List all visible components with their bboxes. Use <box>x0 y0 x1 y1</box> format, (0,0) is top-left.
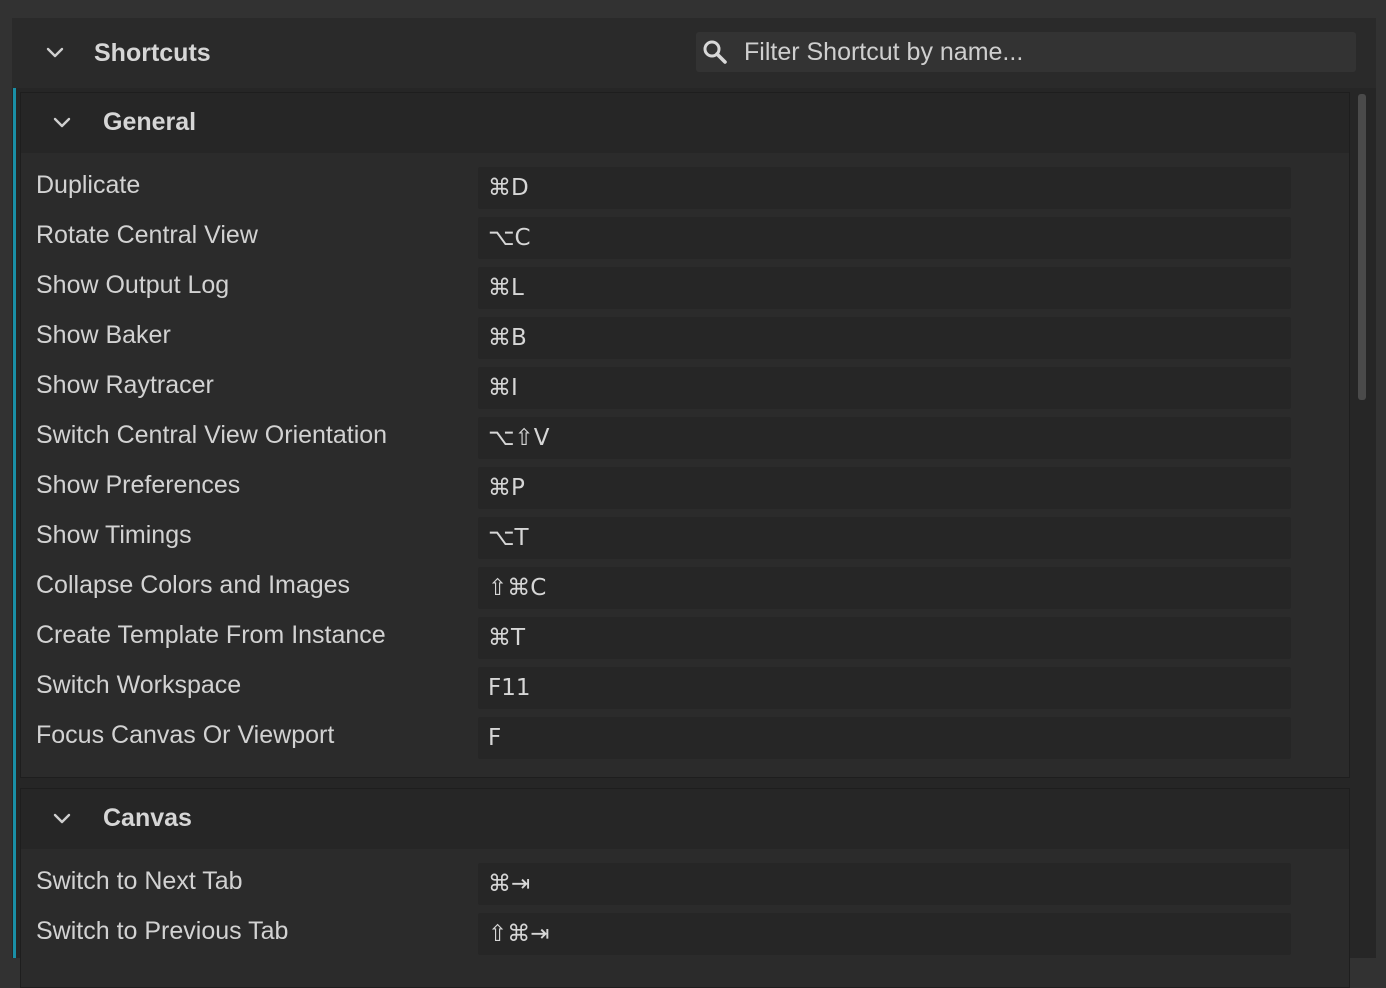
shortcut-name: Show Output Log <box>36 271 230 299</box>
shortcut-key: ⌥T <box>488 525 529 551</box>
shortcut-key-field[interactable]: ⌥C <box>478 217 1291 259</box>
shortcut-name: Show Raytracer <box>36 371 214 399</box>
shortcut-name: Switch Central View Orientation <box>36 421 388 449</box>
shortcut-key-field[interactable]: ⇧⌘C <box>478 567 1291 609</box>
shortcut-key: ⌘B <box>488 325 527 351</box>
shortcut-name: Rotate Central View <box>36 221 258 249</box>
shortcuts-panel-header[interactable]: Shortcuts <box>12 18 1376 88</box>
shortcut-key: ⌘I <box>488 375 518 401</box>
shortcut-key: F <box>488 725 502 751</box>
scrollbar-thumb[interactable] <box>1358 94 1366 400</box>
shortcut-name: Show Baker <box>36 321 171 349</box>
focus-accent-bar <box>13 88 16 958</box>
section-title: General <box>103 108 197 136</box>
shortcut-row: Rotate Central View ⌥C <box>21 213 1349 263</box>
chevron-down-icon[interactable] <box>44 42 66 64</box>
shortcut-key-field[interactable]: ⌘B <box>478 317 1291 359</box>
shortcut-key-field[interactable]: F <box>478 717 1291 759</box>
shortcut-key: F11 <box>488 675 531 701</box>
shortcut-name: Show Preferences <box>36 471 241 499</box>
shortcut-row: Show Raytracer ⌘I <box>21 363 1349 413</box>
shortcut-key-field[interactable]: ⌥T <box>478 517 1291 559</box>
shortcut-key-field[interactable]: ⌘⇥ <box>478 863 1291 905</box>
shortcut-key: ⌘L <box>488 275 524 301</box>
shortcut-key: ⇧⌘⇥ <box>488 921 550 947</box>
section-general: General Duplicate ⌘D Rotate Central View ⌥C… <box>20 92 1350 778</box>
shortcut-name: Show Timings <box>36 521 192 549</box>
section-canvas: Canvas Switch to Next Tab ⌘⇥ Switch to Pre… <box>20 788 1350 988</box>
shortcut-row: Show Timings ⌥T <box>21 513 1349 563</box>
shortcut-key-field[interactable]: ⌘P <box>478 467 1291 509</box>
shortcut-row: Switch Central View Orientation ⌥⇧V <box>21 413 1349 463</box>
shortcut-key: ⌥C <box>488 225 531 251</box>
shortcut-row: Duplicate ⌘D <box>21 163 1349 213</box>
shortcut-key-field[interactable]: ⌘L <box>478 267 1291 309</box>
panel-title: Shortcuts <box>94 39 211 67</box>
search-input[interactable] <box>744 32 1344 72</box>
shortcut-row: Switch to Next Tab ⌘⇥ <box>21 859 1349 909</box>
shortcut-name: Create Template From Instance <box>36 621 386 649</box>
shortcut-key-field[interactable]: ⇧⌘⇥ <box>478 913 1291 955</box>
search-icon <box>702 39 728 65</box>
shortcut-row: Create Template From Instance ⌘T <box>21 613 1349 663</box>
shortcut-row: Focus Canvas Or Viewport F <box>21 713 1349 763</box>
shortcut-row: Show Preferences ⌘P <box>21 463 1349 513</box>
shortcut-key: ⌘P <box>488 475 525 501</box>
shortcut-key-field[interactable]: ⌥⇧V <box>478 417 1291 459</box>
shortcuts-panel: Shortcuts General Duplicate ⌘D Rotate Cent… <box>12 18 1376 988</box>
shortcut-row: Switch Workspace F11 <box>21 663 1349 713</box>
shortcut-name: Switch Workspace <box>36 671 242 699</box>
shortcut-row: Show Baker ⌘B <box>21 313 1349 363</box>
shortcut-name: Focus Canvas Or Viewport <box>36 721 335 749</box>
chevron-down-icon[interactable] <box>51 112 73 134</box>
shortcut-name: Switch to Next Tab <box>36 867 243 895</box>
chevron-down-icon[interactable] <box>51 808 73 830</box>
shortcut-key-field[interactable]: ⌘T <box>478 617 1291 659</box>
shortcut-row: Show Output Log ⌘L <box>21 263 1349 313</box>
shortcut-row: Switch to Previous Tab ⇧⌘⇥ <box>21 909 1349 959</box>
shortcut-name: Switch to Previous Tab <box>36 917 289 945</box>
shortcut-key: ⌘T <box>488 625 526 651</box>
shortcut-name: Duplicate <box>36 171 141 199</box>
section-title: Canvas <box>103 804 192 832</box>
shortcut-key-field[interactable]: ⌘I <box>478 367 1291 409</box>
shortcut-key: ⇧⌘C <box>488 575 547 601</box>
section-header-canvas[interactable]: Canvas <box>21 789 1349 849</box>
search-field[interactable] <box>696 32 1356 72</box>
section-header-general[interactable]: General <box>21 93 1349 153</box>
shortcut-row: Collapse Colors and Images ⇧⌘C <box>21 563 1349 613</box>
shortcut-key-field[interactable]: F11 <box>478 667 1291 709</box>
shortcut-name: Collapse Colors and Images <box>36 571 351 599</box>
shortcut-key-field[interactable]: ⌘D <box>478 167 1291 209</box>
shortcut-key: ⌥⇧V <box>488 425 550 451</box>
shortcut-key: ⌘⇥ <box>488 871 531 897</box>
shortcut-key: ⌘D <box>488 175 529 201</box>
